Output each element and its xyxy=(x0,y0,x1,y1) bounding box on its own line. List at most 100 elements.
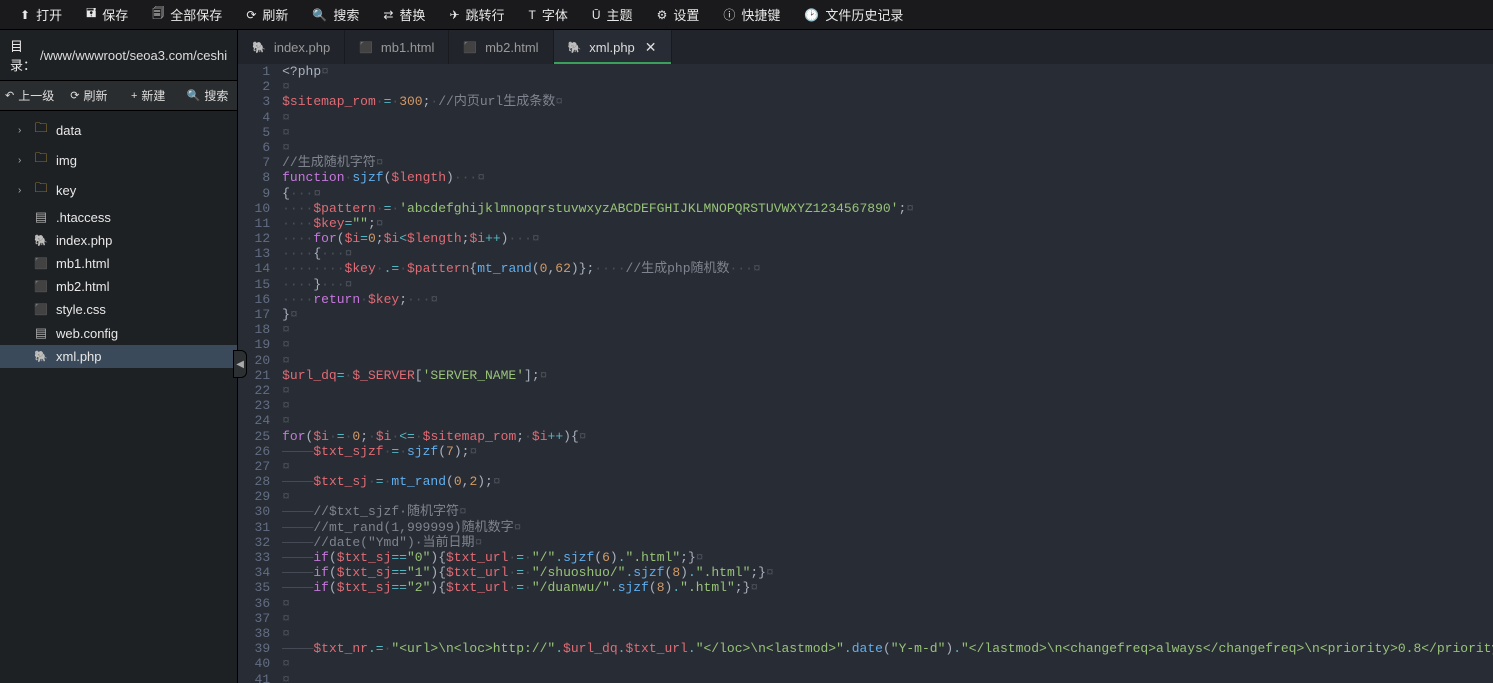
action-icon: 🔍 xyxy=(187,89,201,102)
sidebar-action-2[interactable]: +新建 xyxy=(119,81,178,110)
code-line[interactable]: function·sjzf($length)···¤ xyxy=(282,170,1493,185)
code-line[interactable]: ¤ xyxy=(282,489,1493,504)
code-line[interactable]: ¤ xyxy=(282,656,1493,671)
code-line[interactable]: ¤ xyxy=(282,125,1493,140)
tree-item-index.php[interactable]: 🐘index.php xyxy=(0,229,237,252)
toolbar-8[interactable]: Ū主题 xyxy=(580,0,645,30)
action-label: 搜索 xyxy=(204,87,228,104)
sidebar-action-3[interactable]: 🔍搜索 xyxy=(178,81,237,110)
tree-item-label: style.css xyxy=(56,302,106,317)
php-icon: 🐘 xyxy=(32,350,50,363)
code-line[interactable]: for($i·=·0;·$i·<=·$sitemap_rom;·$i++){¤ xyxy=(282,429,1493,444)
collapse-sidebar-handle[interactable]: ◀ xyxy=(233,350,247,378)
toolbar-7[interactable]: T字体 xyxy=(517,0,580,30)
code-line[interactable]: ¤ xyxy=(282,322,1493,337)
code-line[interactable]: ¤ xyxy=(282,459,1493,474)
code-line[interactable]: ¤ xyxy=(282,398,1493,413)
toolbar-9[interactable]: ⚙设置 xyxy=(645,0,712,30)
code-area[interactable]: <?php¤¤$sitemap_rom·=·300;·//内页url生成条数¤¤… xyxy=(282,64,1493,683)
directory-path[interactable]: /www/wwwroot/seoa3.com/ceshi xyxy=(40,48,227,63)
toolbar-4[interactable]: 🔍搜索 xyxy=(300,0,371,30)
directory-label: 目录： xyxy=(10,36,36,74)
sidebar-action-1[interactable]: ⟳刷新 xyxy=(59,81,118,110)
tree-item-web.config[interactable]: ▤web.config xyxy=(0,321,237,345)
toolbar-icon: 🖬 xyxy=(86,4,96,25)
action-label: 上一级 xyxy=(18,87,54,104)
html-icon: ⬛ xyxy=(32,280,50,293)
tree-item-img[interactable]: ›🗀img xyxy=(0,145,237,175)
code-line[interactable]: ¤ xyxy=(282,611,1493,626)
toolbar-label: 保存 xyxy=(102,5,128,24)
toolbar-0[interactable]: ⬆打开 xyxy=(8,0,74,30)
code-line[interactable]: ¤ xyxy=(282,353,1493,368)
code-line[interactable]: {···¤ xyxy=(282,186,1493,201)
code-line[interactable]: <?php¤ xyxy=(282,64,1493,79)
toolbar-10[interactable]: ⓘ快捷键 xyxy=(711,0,792,30)
tree-item-style.css[interactable]: ⬛ style.css xyxy=(0,298,237,321)
code-line[interactable]: ————if($txt_sj=="1"){$txt_url·=·"/shuosh… xyxy=(282,565,1493,580)
toolbar-icon: 🕑 xyxy=(804,8,819,22)
tree-item-label: data xyxy=(56,123,81,138)
code-line[interactable]: $url_dq=·$_SERVER['SERVER_NAME'];¤ xyxy=(282,368,1493,383)
tree-item-mb2.html[interactable]: ⬛mb2.html xyxy=(0,275,237,298)
toolbar-label: 替换 xyxy=(399,5,425,24)
code-line[interactable]: ————$txt_sjzf·=·sjzf(7);¤ xyxy=(282,444,1493,459)
code-line[interactable]: ¤ xyxy=(282,337,1493,352)
code-line[interactable]: ————$txt_sj·=·mt_rand(0,2);¤ xyxy=(282,474,1493,489)
code-line[interactable]: ¤ xyxy=(282,79,1493,94)
close-icon[interactable]: ✕ xyxy=(645,39,657,56)
toolbar-icon: ⟳ xyxy=(246,8,256,22)
toolbar-1[interactable]: 🖬 保存 xyxy=(74,0,140,30)
tab-mb1.html[interactable]: ⬛mb1.html xyxy=(345,30,449,64)
css-icon: ⬛ xyxy=(32,303,50,316)
tree-item-xml.php[interactable]: 🐘xml.php xyxy=(0,345,237,368)
tree-item-mb1.html[interactable]: ⬛mb1.html xyxy=(0,252,237,275)
code-line[interactable]: //生成随机字符¤ xyxy=(282,155,1493,170)
toolbar-3[interactable]: ⟳ 刷新 xyxy=(234,0,300,30)
tree-item-data[interactable]: ›🗀data xyxy=(0,115,237,145)
tree-item-label: index.php xyxy=(56,233,112,248)
toolbar-icon: ⇄ xyxy=(383,8,393,22)
code-line[interactable]: ····{···¤ xyxy=(282,246,1493,261)
code-line[interactable]: ————//mt_rand(1,999999)随机数字¤ xyxy=(282,520,1493,535)
tab-index.php[interactable]: 🐘index.php xyxy=(238,30,345,64)
code-line[interactable]: ¤ xyxy=(282,110,1493,125)
code-line[interactable]: ————//date("Ymd")·当前日期¤ xyxy=(282,535,1493,550)
sidebar-action-0[interactable]: ↶上一级 xyxy=(0,81,59,110)
tree-item-.htaccess[interactable]: ▤.htaccess xyxy=(0,205,237,229)
code-line[interactable]: ····return·$key;···¤ xyxy=(282,292,1493,307)
code-line[interactable]: $sitemap_rom·=·300;·//内页url生成条数¤ xyxy=(282,94,1493,109)
code-line[interactable]: ————if($txt_sj=="2"){$txt_url·=·"/duanwu… xyxy=(282,580,1493,595)
code-editor[interactable]: 1234567891011121314151617181920212223242… xyxy=(238,64,1493,683)
tree-item-key[interactable]: ›🗀key xyxy=(0,175,237,205)
code-line[interactable]: ¤ xyxy=(282,626,1493,641)
code-line[interactable]: ¤ xyxy=(282,140,1493,155)
php-icon: 🐘 xyxy=(252,41,266,54)
code-line[interactable]: ¤ xyxy=(282,596,1493,611)
code-line[interactable]: ¤ xyxy=(282,413,1493,428)
action-label: 刷新 xyxy=(84,87,108,104)
code-line[interactable]: ¤ xyxy=(282,383,1493,398)
sidebar-actions: ↶上一级⟳刷新+新建🔍搜索 xyxy=(0,80,237,111)
code-line[interactable]: ····for($i=0;$i<$length;$i++)···¤ xyxy=(282,231,1493,246)
folder-icon: 🗀 xyxy=(32,179,50,201)
code-line[interactable]: ¤ xyxy=(282,672,1493,683)
toolbar-5[interactable]: ⇄ 替换 xyxy=(371,0,437,30)
toolbar-label: 快捷键 xyxy=(741,5,780,24)
tab-mb2.html[interactable]: ⬛mb2.html xyxy=(449,30,553,64)
html-icon: ⬛ xyxy=(359,41,373,54)
code-line[interactable]: ————if($txt_sj=="0"){$txt_url·=·"/".sjzf… xyxy=(282,550,1493,565)
code-line[interactable]: ····$key="";¤ xyxy=(282,216,1493,231)
tab-xml.php[interactable]: 🐘xml.php✕ xyxy=(554,30,672,64)
html-icon: ⬛ xyxy=(463,41,477,54)
toolbar-11[interactable]: 🕑文件历史记录 xyxy=(792,0,915,30)
code-line[interactable]: ········$key·.=·$pattern{mt_rand(0,62)};… xyxy=(282,261,1493,276)
code-line[interactable]: ————//$txt_sjzf·随机字符¤ xyxy=(282,504,1493,519)
code-line[interactable]: }¤ xyxy=(282,307,1493,322)
toolbar-label: 刷新 xyxy=(262,5,288,24)
toolbar-2[interactable]: 🗐全部保存 xyxy=(140,0,234,30)
code-line[interactable]: ····}···¤ xyxy=(282,277,1493,292)
code-line[interactable]: ————$txt_nr.=·"<url>\n<loc>http://".$url… xyxy=(282,641,1493,656)
toolbar-6[interactable]: ✈跳转行 xyxy=(437,0,516,30)
code-line[interactable]: ····$pattern·=·'abcdefghijklmnopqrstuvwx… xyxy=(282,201,1493,216)
